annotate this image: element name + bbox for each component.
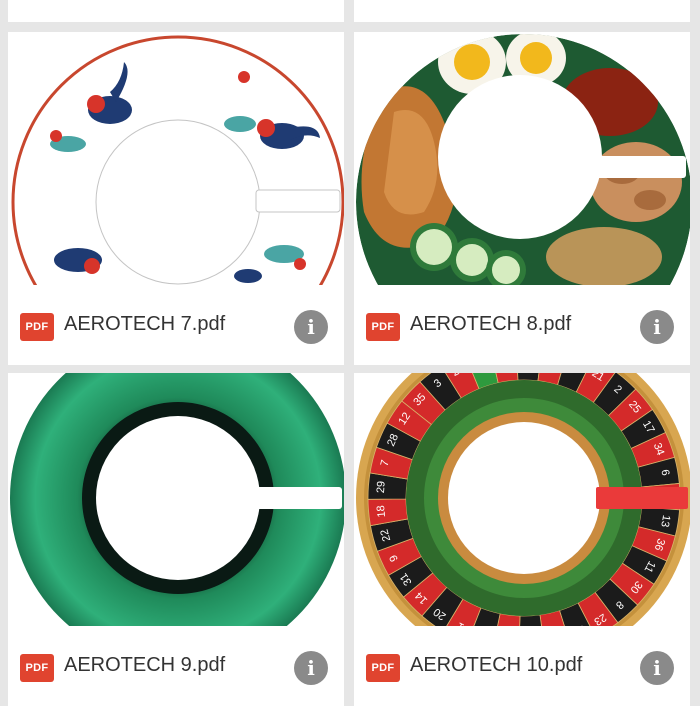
file-footer: PDF AEROTECH 10.pdf i: [354, 626, 690, 706]
info-icon[interactable]: i: [640, 310, 674, 344]
file-name[interactable]: AEROTECH 9.pdf: [64, 654, 225, 677]
file-name[interactable]: AEROTECH 7.pdf: [64, 313, 225, 336]
info-icon[interactable]: i: [640, 651, 674, 685]
file-footer: PDF AEROTECH 7.pdf i: [8, 285, 344, 365]
file-thumbnail[interactable]: [354, 32, 690, 285]
pdf-file-icon: PDF: [20, 313, 54, 341]
file-thumbnail[interactable]: [8, 373, 344, 626]
file-name[interactable]: AEROTECH 10.pdf: [410, 654, 582, 677]
file-card-partial-left[interactable]: [8, 0, 344, 22]
pdf-file-icon: PDF: [366, 654, 400, 682]
file-footer: PDF AEROTECH 9.pdf i: [8, 626, 344, 706]
file-card[interactable]: 3532603215194212251734627133611308231052…: [354, 373, 690, 706]
file-card[interactable]: PDF AEROTECH 7.pdf i: [8, 32, 344, 365]
file-footer: PDF AEROTECH 8.pdf i: [354, 285, 690, 365]
info-icon[interactable]: i: [294, 310, 328, 344]
file-thumbnail[interactable]: [8, 32, 344, 285]
pdf-file-icon: PDF: [20, 654, 54, 682]
file-thumbnail[interactable]: 3532603215194212251734627133611308231052…: [354, 373, 690, 626]
roulette-number: 18: [375, 505, 388, 518]
file-card[interactable]: PDF AEROTECH 9.pdf i: [8, 373, 344, 706]
file-card[interactable]: PDF AEROTECH 8.pdf i: [354, 32, 690, 365]
roulette-number: 29: [375, 481, 388, 494]
pdf-file-icon: PDF: [366, 313, 400, 341]
info-icon[interactable]: i: [294, 651, 328, 685]
roulette-number: 13: [658, 514, 672, 528]
file-card-partial-right[interactable]: [354, 0, 690, 22]
file-name[interactable]: AEROTECH 8.pdf: [410, 313, 571, 336]
